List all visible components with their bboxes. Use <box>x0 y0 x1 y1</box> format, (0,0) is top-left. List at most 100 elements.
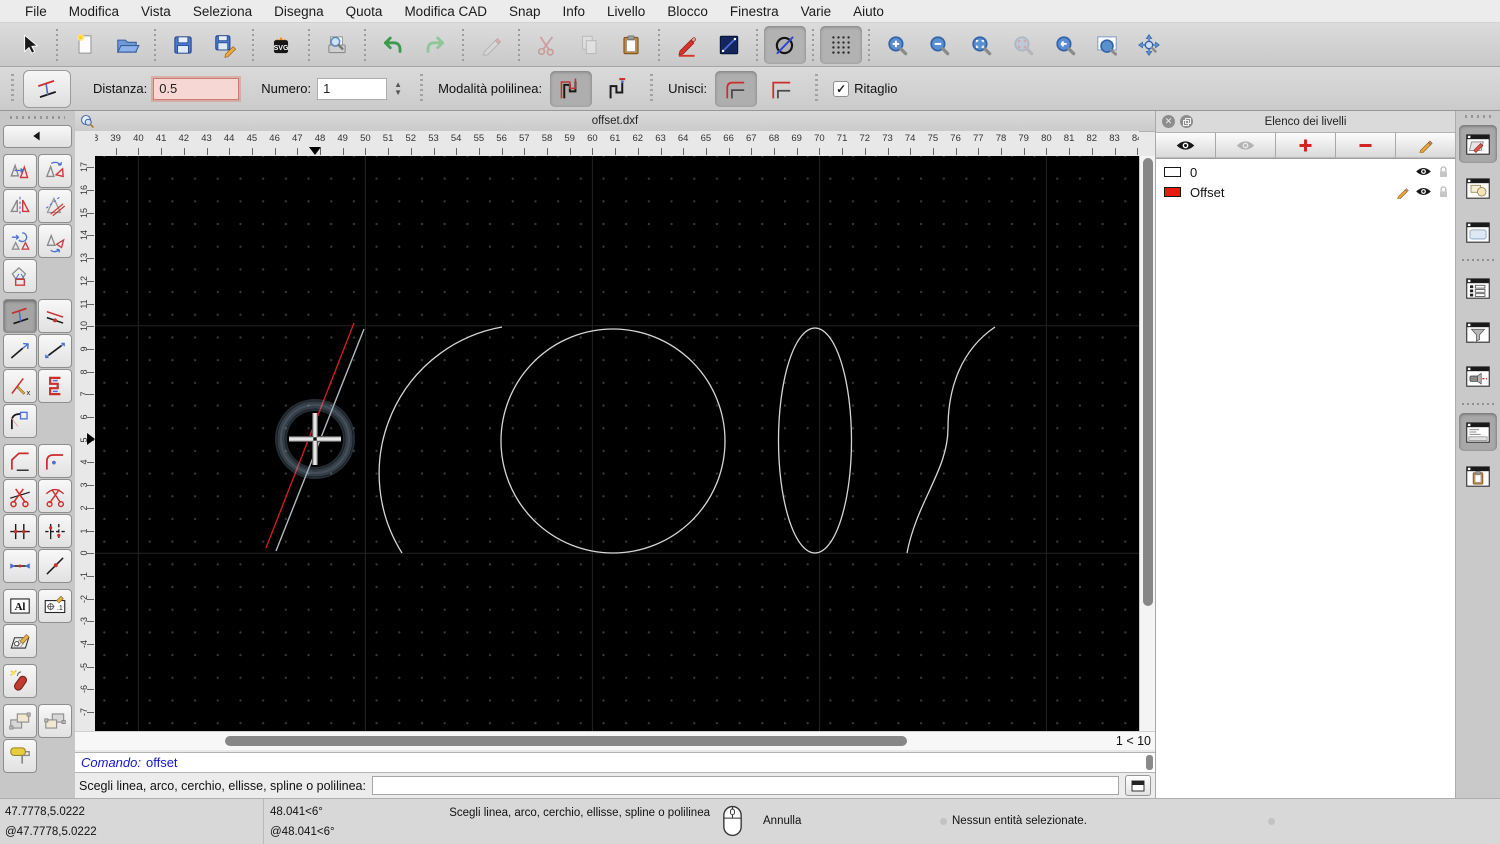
menu-modifica-cad[interactable]: Modifica CAD <box>393 4 498 19</box>
menu-livello[interactable]: Livello <box>596 4 656 19</box>
layer-visible-icon[interactable] <box>1415 166 1432 177</box>
horizontal-scrollbar-thumb[interactable] <box>225 736 907 746</box>
polyline-mode-a-button[interactable] <box>550 70 593 107</box>
dock-clipboard-button[interactable] <box>1459 457 1497 495</box>
menu-disegna[interactable]: Disegna <box>263 4 335 19</box>
menu-blocco[interactable]: Blocco <box>656 4 719 19</box>
distanza-input[interactable]: 0.5 <box>153 77 240 100</box>
zoom-in-button[interactable] <box>876 26 918 64</box>
join-round-button[interactable] <box>715 70 758 107</box>
tool-rotate[interactable] <box>37 153 72 188</box>
dock-property-editor-button[interactable] <box>1459 269 1497 307</box>
tool-explode-blocks[interactable] <box>37 368 72 403</box>
horizontal-scrollbar[interactable]: 1 < 10 <box>75 731 1155 750</box>
tool-break-out[interactable] <box>37 548 72 583</box>
dock-library-button[interactable] <box>1459 213 1497 251</box>
dock-command-line-button[interactable] <box>1459 413 1497 451</box>
numero-input[interactable]: 1 <box>317 77 388 100</box>
tool-lengthen-both[interactable] <box>37 333 72 368</box>
dock-blocks-button[interactable] <box>1459 169 1497 207</box>
numero-stepper[interactable]: ▲ ▼ <box>390 77 406 101</box>
vertical-scrollbar[interactable] <box>1139 156 1155 731</box>
print-preview-button[interactable] <box>316 26 358 64</box>
panel-float-button[interactable] <box>1180 115 1193 128</box>
menu-modifica[interactable]: Modifica <box>58 4 130 19</box>
zoom-previous-button[interactable] <box>1044 26 1086 64</box>
save-as-button[interactable] <box>204 26 246 64</box>
zoom-auto-button[interactable] <box>960 26 1002 64</box>
tool-fillet[interactable] <box>37 443 72 478</box>
save-button[interactable] <box>162 26 204 64</box>
pan-button[interactable] <box>1128 26 1170 64</box>
vertical-scrollbar-thumb[interactable] <box>1143 158 1153 606</box>
command-options-button[interactable] <box>1125 775 1151 796</box>
menu-info[interactable]: Info <box>552 4 597 19</box>
menu-varie[interactable]: Varie <box>790 4 843 19</box>
layer-lock-icon[interactable] <box>1437 165 1450 179</box>
tool-mirror[interactable] <box>2 188 37 223</box>
layer-lock-button[interactable] <box>1437 165 1450 179</box>
menu-vista[interactable]: Vista <box>130 4 182 19</box>
remove-layer-button[interactable] <box>1336 133 1396 158</box>
draw-pencil-button[interactable] <box>666 26 708 64</box>
hide-all-layers-button[interactable] <box>1216 133 1276 158</box>
tool-to-front[interactable] <box>2 703 37 738</box>
paste-button[interactable] <box>610 26 652 64</box>
tool-offset[interactable] <box>2 298 37 333</box>
zoom-window-button[interactable] <box>1086 26 1128 64</box>
menu-finestra[interactable]: Finestra <box>719 4 790 19</box>
add-layer-button[interactable] <box>1276 133 1336 158</box>
tool-project[interactable] <box>2 258 37 293</box>
drawing-canvas[interactable] <box>95 156 1139 731</box>
dock-selection-filter-button[interactable] <box>1459 313 1497 351</box>
layer-visible-icon[interactable] <box>1415 186 1432 197</box>
undo-button[interactable] <box>372 26 414 64</box>
panel-close-button[interactable]: ✕ <box>1162 115 1175 128</box>
open-file-button[interactable] <box>106 26 148 64</box>
command-input[interactable] <box>371 776 1119 795</box>
dock-layers-button[interactable] <box>1459 125 1497 163</box>
tool-stretch[interactable] <box>2 548 37 583</box>
tool-edit-hatch[interactable] <box>2 623 37 658</box>
polyline-mode-b-button[interactable] <box>596 71 638 107</box>
layer-row-offset[interactable]: Offset <box>1156 182 1455 202</box>
tool-move-rotate[interactable] <box>2 223 37 258</box>
menu-seleziona[interactable]: Seleziona <box>182 4 263 19</box>
tool-lengthen[interactable] <box>2 333 37 368</box>
tool-round-corner[interactable] <box>2 403 37 438</box>
tool-move[interactable] <box>2 153 37 188</box>
layer-color-swatch[interactable] <box>1164 167 1181 177</box>
layer-visibility-button[interactable] <box>1415 186 1432 197</box>
layer-visibility-button[interactable] <box>1415 166 1432 177</box>
offset-tool-indicator-button[interactable] <box>23 69 71 108</box>
tool-flip[interactable] <box>37 188 72 223</box>
line-tool-button[interactable] <box>708 26 750 64</box>
toolbox-back-button[interactable] <box>2 124 72 148</box>
tool-divide-manual[interactable] <box>37 513 72 548</box>
tool-divide[interactable] <box>2 513 37 548</box>
tool-edit-text[interactable]: Al <box>2 588 37 623</box>
tool-bevel[interactable] <box>2 443 37 478</box>
tool-paint-attributes[interactable] <box>2 738 37 773</box>
menu-file[interactable]: File <box>14 4 58 19</box>
tool-clip[interactable]: x <box>2 368 37 403</box>
layer-lock-button[interactable] <box>1437 185 1450 199</box>
new-file-button[interactable] <box>64 26 106 64</box>
redo-button[interactable] <box>414 26 456 64</box>
menu-snap[interactable]: Snap <box>498 4 552 19</box>
tool-explode[interactable] <box>2 663 37 698</box>
menu-aiuto[interactable]: Aiuto <box>842 4 895 19</box>
layer-color-swatch[interactable] <box>1164 187 1181 197</box>
layer-lock-icon[interactable] <box>1437 185 1450 199</box>
zoom-out-button[interactable] <box>918 26 960 64</box>
dock-relative-zero-button[interactable] <box>1459 357 1497 395</box>
pointer-tool-button[interactable] <box>8 26 50 64</box>
tool-edit-dimension[interactable]: .1 <box>37 588 72 623</box>
grid-toggle-button[interactable] <box>820 25 862 64</box>
entity-spline[interactable] <box>906 326 996 554</box>
show-all-layers-button[interactable] <box>1156 133 1216 158</box>
tool-rotate-two[interactable] <box>37 223 72 258</box>
circle-tool-button[interactable] <box>764 25 806 64</box>
tool-trim[interactable] <box>2 478 37 513</box>
tool-offset-point[interactable] <box>37 298 72 333</box>
